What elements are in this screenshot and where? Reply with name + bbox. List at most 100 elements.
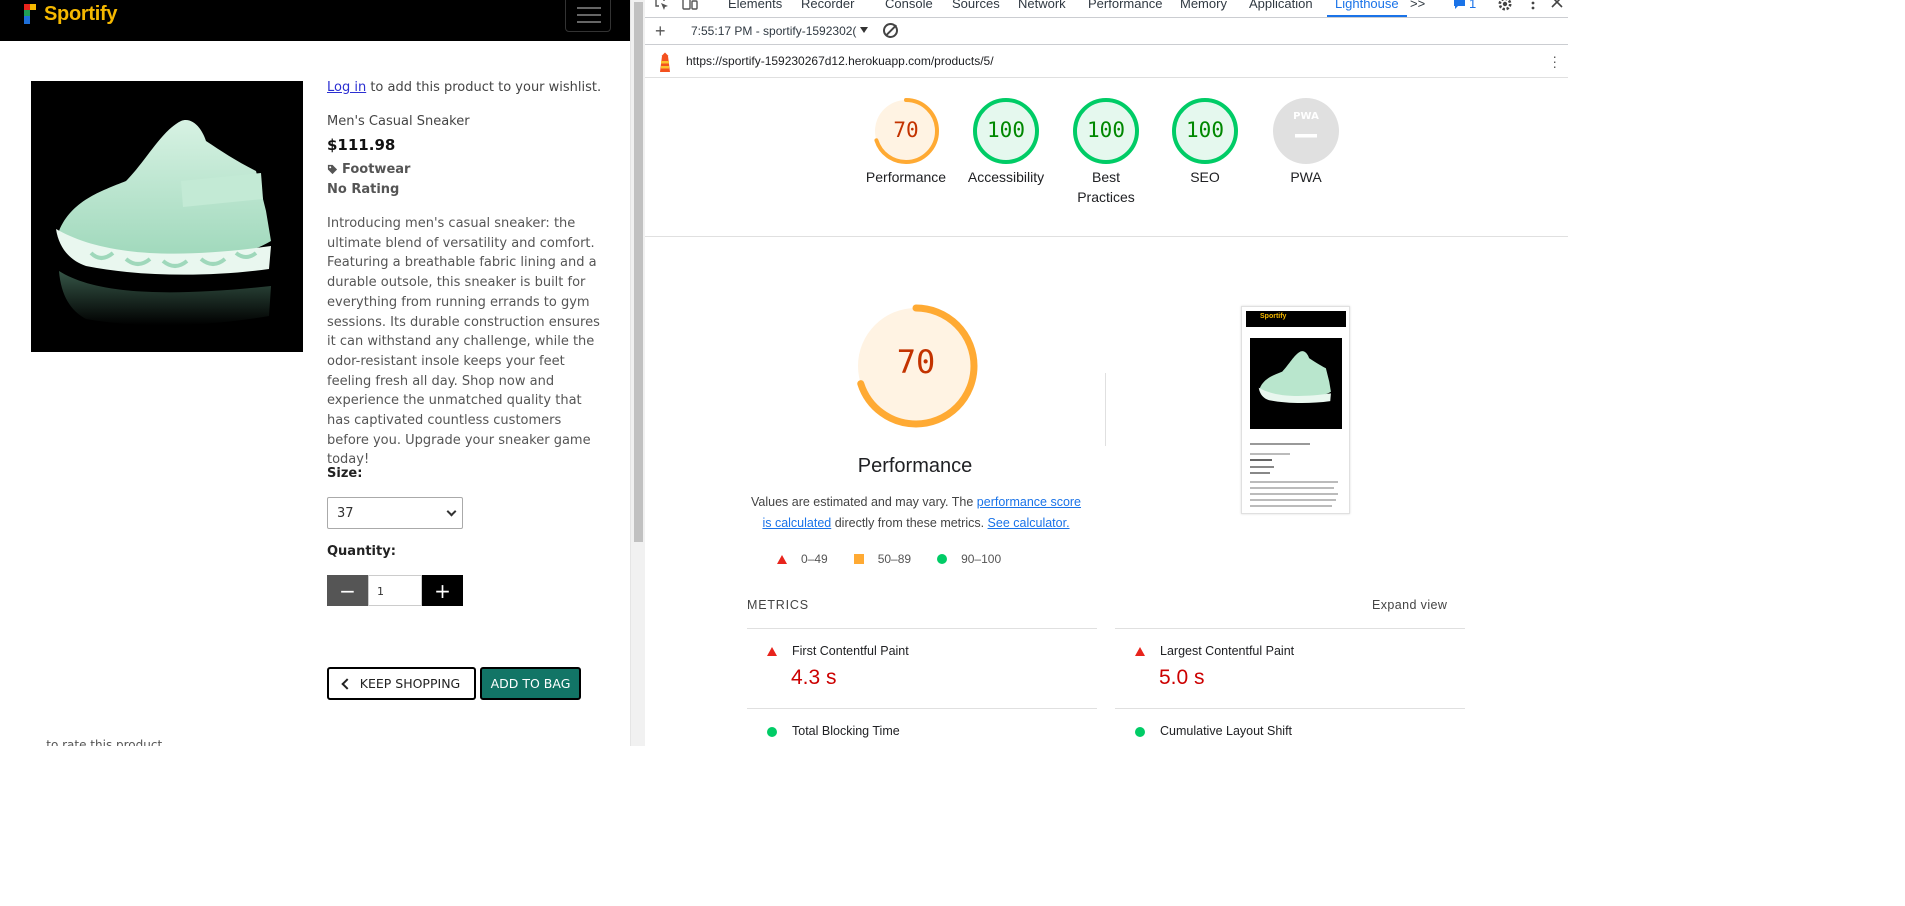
report-url: https://sportify-159230267d12.herokuapp.… [686,54,994,68]
tag-icon [327,164,338,175]
tab-console[interactable]: Console [885,0,933,11]
fail-triangle-icon [777,554,787,564]
note-text-1: Values are estimated and may vary. The [750,495,977,509]
inspect-element-icon[interactable] [654,0,670,12]
chevron-down-icon [446,506,457,517]
tab-elements[interactable]: Elements [728,0,782,11]
tab-performance[interactable]: Performance [1088,0,1162,11]
size-select[interactable]: 37 [327,497,463,529]
metric-value: 4.3 s [791,666,837,689]
gauge-value: 100 [987,118,1025,142]
tab-recorder[interactable]: Recorder [801,0,854,11]
thumbnail-logo-text: Sportify [1260,313,1287,320]
gauge-pwa[interactable]: PWA PWA [1256,97,1356,187]
quantity-input[interactable]: 1 [368,575,422,606]
quantity-stepper: − 1 + [327,575,463,606]
quantity-label: Quantity: [327,544,396,559]
pwa-badge-icon [1273,98,1339,164]
report-menu-icon[interactable]: · · · [1552,49,1557,73]
note-text-2: directly from these metrics. [831,516,988,530]
metrics-heading: METRICS [747,598,809,612]
pass-circle-icon [767,727,777,737]
logo[interactable]: Sportify [24,3,117,26]
close-icon[interactable] [1551,0,1563,8]
gauge-best-practices[interactable]: 100 Best Practices [1056,97,1156,207]
pass-circle-icon [1135,727,1145,737]
product-description: Introducing men's casual sneaker: the ul… [327,216,600,468]
pwa-badge-text: PWA [1293,111,1319,122]
issues-icon[interactable] [1453,0,1466,10]
gauge-value: 70 [893,118,919,142]
gauge-accessibility[interactable]: 100 Accessibility [956,97,1056,187]
gauge-performance[interactable]: 70 Performance [856,97,956,187]
metric-name: First Contentful Paint [792,644,909,658]
menu-toggle-button[interactable] [565,0,611,32]
increment-button[interactable]: + [422,575,463,606]
gauge-seo[interactable]: 100 SEO [1155,97,1255,187]
legend-pass-label: 90–100 [961,552,1002,566]
product-category[interactable]: Footwear [327,162,410,177]
wishlist-text: to add this product to your wishlist. [366,80,602,95]
metric-cls: Cumulative Layout Shift [1120,724,1460,746]
metric-value: 5.0 s [1159,666,1205,689]
add-to-bag-button[interactable]: ADD TO BAG [480,667,581,700]
tab-lighthouse[interactable]: Lighthouse [1335,0,1399,11]
fail-triangle-icon [767,647,777,656]
decrement-button[interactable]: − [327,575,368,606]
keep-shopping-button[interactable]: KEEP SHOPPING [327,667,476,700]
more-tabs-button[interactable]: >> [1410,0,1425,11]
see-calculator-link[interactable]: See calculator. [988,516,1070,530]
rating-prompt-text: ... to rate this product. [31,738,166,746]
logo-mark-icon [24,3,36,26]
issues-count[interactable]: 1 [1469,0,1476,11]
tab-application[interactable]: Application [1249,0,1313,11]
gauge-label: Performance [865,169,947,185]
tab-memory[interactable]: Memory [1180,0,1227,11]
average-square-icon [853,554,864,564]
tab-network[interactable]: Network [1018,0,1066,11]
performance-score-gauge: 70 [854,303,978,429]
chevron-left-icon [341,677,353,690]
page-screenshot-thumbnail[interactable]: Sportify [1241,306,1350,514]
tab-sources[interactable]: Sources [952,0,1000,11]
gauge-label: Best Practices [1077,169,1135,205]
clear-reports-icon[interactable] [883,23,898,38]
product-price: $111.98 [327,136,396,154]
new-report-button[interactable]: + [655,21,666,42]
metrics-divider [747,708,1097,709]
report-url-bar: https://sportify-159230267d12.herokuapp.… [645,46,1568,78]
thumbnail-navbar: Sportify [1246,311,1346,327]
scrollbar-thumb[interactable] [634,2,643,542]
product-image [31,81,303,352]
dropdown-arrow-icon[interactable] [860,27,868,33]
metric-name: Cumulative Layout Shift [1160,724,1293,738]
more-options-icon[interactable] [1530,0,1536,12]
vertical-divider [1105,373,1106,446]
report-selector[interactable]: 7:55:17 PM - sportify-1592302( [691,24,856,38]
expand-view-button[interactable]: Expand view [1372,598,1447,612]
website-viewport: Sportify Log in to add this product to y… [0,0,630,746]
metric-lcp: Largest Contentful Paint 5.0 s [1120,644,1460,694]
metrics-divider [1115,628,1465,629]
divider [645,236,1568,237]
active-tab-indicator [1327,15,1407,17]
gauge-label: Accessibility [967,169,1045,185]
fail-triangle-icon [1135,647,1145,656]
performance-title: Performance [857,455,973,477]
page-scrollbar[interactable] [630,0,645,746]
product-rating: No Rating [327,182,400,197]
performance-note: Values are estimated and may vary. The p… [745,492,1087,534]
keep-shopping-label: KEEP SHOPPING [359,676,461,691]
device-toolbar-icon[interactable] [681,0,699,12]
performance-score: 70 [896,343,936,381]
gauge-label: PWA [1290,169,1322,185]
metric-name: Total Blocking Time [792,724,900,738]
legend-pass: 90–100 [937,552,1001,566]
gauge-label: SEO [1190,169,1220,185]
metrics-divider [1115,708,1465,709]
gear-icon[interactable] [1497,0,1513,12]
pass-circle-icon [937,554,948,564]
login-link[interactable]: Log in [327,80,366,95]
navbar: Sportify [0,0,630,41]
score-legend: 0–49 50–89 90–100 [777,552,1027,566]
